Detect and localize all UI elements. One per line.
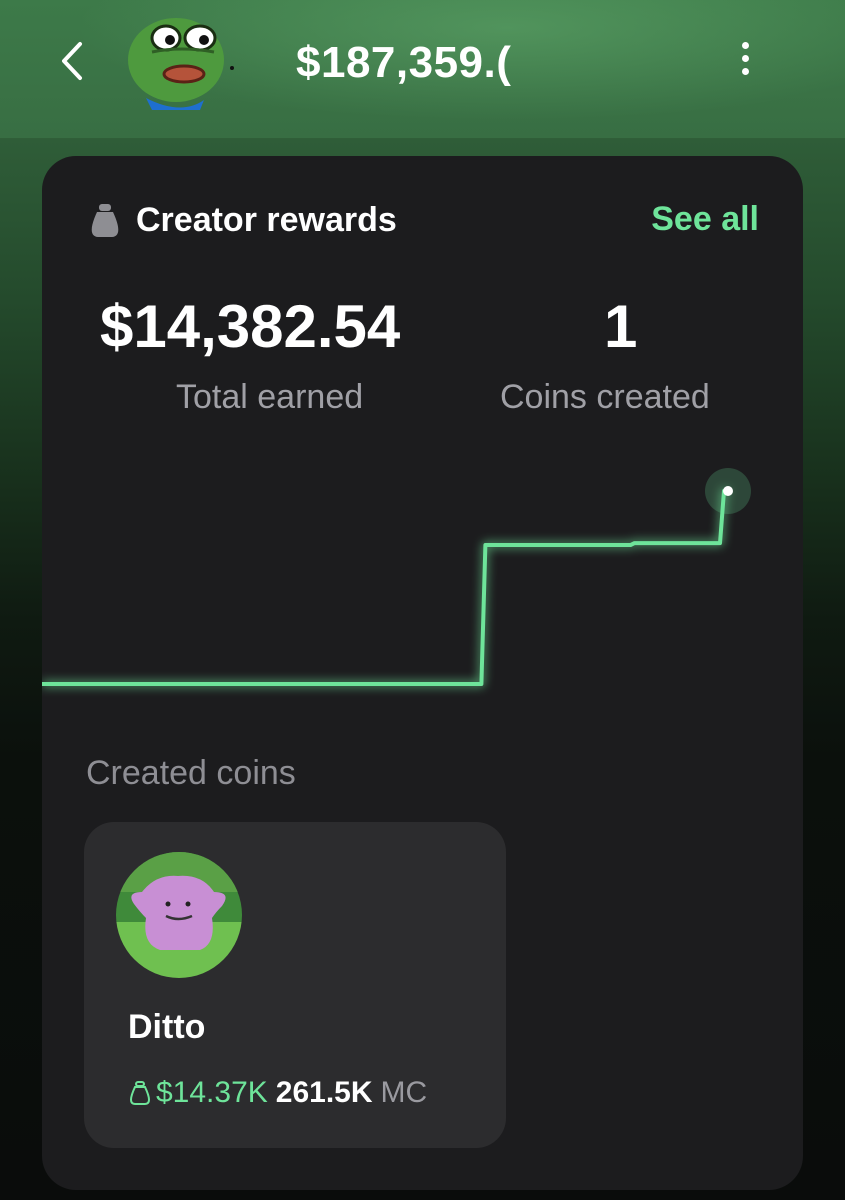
ditto-avatar [116,852,242,978]
rewards-chart [42,468,751,686]
coin-card-ditto[interactable]: Ditto $14.37K 261.5K MC [84,822,506,1148]
creator-rewards-card: Creator rewards See all $14,382.54 Total… [42,156,803,1190]
see-all-link[interactable]: See all [651,200,759,239]
coin-market-cap: 261.5K [275,1076,373,1109]
money-bag-icon [130,1081,150,1105]
more-options-button[interactable] [730,38,760,86]
coins-created-label: Coins created [500,378,710,416]
coins-created-value: 1 [604,293,638,360]
chart-endpoint-dot [723,486,733,496]
rewards-header: Creator rewards [88,198,397,242]
total-earned-label: Total earned [176,378,364,416]
back-button[interactable] [52,38,98,84]
money-bag-icon [91,204,119,237]
total-earned-value: $14,382.54 [100,293,401,360]
coin-stats: $14.37K 261.5K MC [128,1076,427,1110]
wallet-balance: $187,359.( [296,38,512,87]
chevron-left-icon [62,42,82,80]
profile-avatar[interactable] [126,12,236,112]
pepe-frog-avatar [128,18,234,110]
coin-avatar [116,852,242,978]
created-coins-label: Created coins [86,754,296,792]
coin-market-cap-unit: MC [380,1076,428,1109]
coin-name: Ditto [128,1008,206,1046]
coin-earned: $14.37K [156,1076,268,1109]
rewards-title: Creator rewards [136,200,397,239]
rewards-series-line [42,489,728,686]
more-vertical-icon [730,42,760,75]
